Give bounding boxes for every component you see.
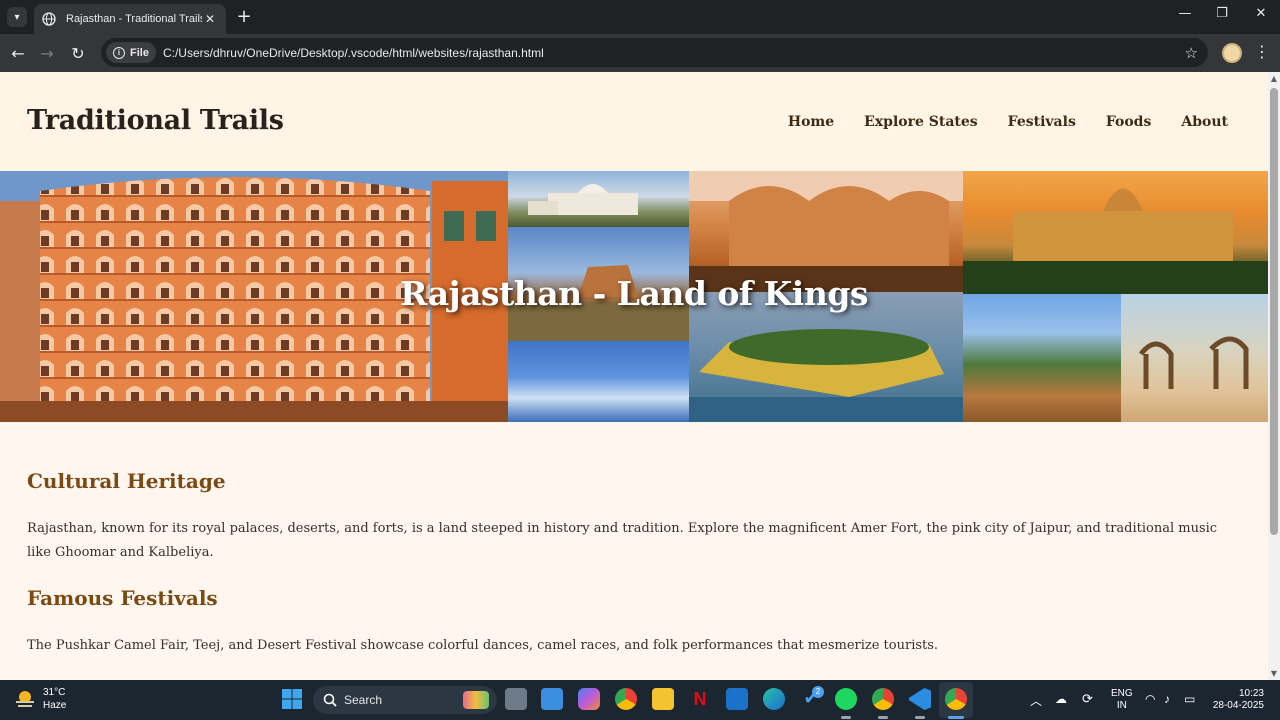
new-tab-button[interactable]: + (234, 7, 254, 27)
running-indicator (915, 716, 925, 719)
vscode-icon[interactable] (909, 688, 931, 710)
search-label: Search (344, 693, 383, 707)
scroll-up-arrow-icon[interactable]: ▲ (1270, 74, 1278, 83)
site-header: Traditional Trails Home Explore States F… (0, 72, 1268, 171)
region-code: IN (1116, 700, 1127, 711)
chrome-active-icon[interactable] (945, 688, 967, 710)
bookmark-star-icon[interactable]: ☆ (1185, 44, 1198, 62)
clock-date: 28-04-2025 (1212, 700, 1264, 711)
edge-icon[interactable] (763, 688, 785, 710)
scroll-down-arrow-icon[interactable]: ▼ (1270, 669, 1278, 678)
wifi-icon[interactable]: ◠ (1145, 692, 1155, 706)
site-info-label: File (130, 46, 149, 59)
scroll-thumb[interactable] (1270, 88, 1278, 535)
webpage: Traditional Trails Home Explore States F… (0, 72, 1268, 680)
notification-badge: 2 (812, 686, 824, 698)
onedrive-icon[interactable]: ☁ (1055, 692, 1067, 706)
jaswant-thada-image (508, 171, 689, 227)
globe-icon (42, 12, 56, 26)
browser-tab-strip: ▾ Rajasthan - Traditional Trails ✕ + — ❐… (0, 0, 1280, 34)
language-indicator[interactable]: ENG IN (1111, 688, 1133, 712)
tab-search-button[interactable]: ▾ (7, 7, 27, 27)
file-explorer-icon[interactable] (652, 688, 674, 710)
weather-condition: Haze (43, 700, 67, 711)
nav-link-about[interactable]: About (1181, 114, 1228, 130)
spotify-icon[interactable] (835, 688, 857, 710)
forward-arrow-icon[interactable]: → (36, 42, 58, 64)
chrome-profile-icon[interactable] (872, 688, 894, 710)
section-text-cultural-heritage: Rajasthan, known for its royal palaces, … (27, 521, 1218, 560)
info-icon: i (113, 46, 125, 59)
running-indicator-active (948, 716, 964, 719)
camels-desert-image (1121, 294, 1268, 422)
tab-close-icon[interactable]: ✕ (202, 12, 218, 26)
chrome-icon[interactable] (615, 688, 637, 710)
taskbar-search[interactable]: Search (313, 686, 497, 714)
hero-title: Rajasthan - Land of Kings (400, 274, 868, 313)
search-icon (323, 693, 337, 707)
copilot-icon[interactable] (578, 688, 600, 710)
windows-taskbar: 31°C Haze Search N ✔ 2 ︿ ☁ ⟳ ENG IN ◠ ♪ … (0, 680, 1280, 720)
search-highlight-icon (463, 691, 489, 709)
browser-toolbar: ← → ↻ i File C:/Users/dhruv/OneDrive/Des… (0, 34, 1280, 72)
running-indicator (878, 716, 888, 719)
volume-icon[interactable]: ♪ (1164, 692, 1170, 706)
site-info-chip[interactable]: i File (106, 42, 156, 63)
task-view-icon[interactable] (505, 688, 527, 710)
netflix-icon[interactable]: N (689, 688, 711, 710)
microsoft-store-icon[interactable] (541, 688, 563, 710)
nav-link-home[interactable]: Home (788, 114, 834, 130)
site-brand[interactable]: Traditional Trails (27, 105, 284, 136)
system-clock[interactable]: 10:23 28-04-2025 (1212, 688, 1264, 712)
nav-link-foods[interactable]: Foods (1106, 114, 1152, 130)
tray-chevron-up-icon[interactable]: ︿ (1030, 692, 1042, 709)
browser-menu-icon[interactable]: ⋮ (1254, 42, 1270, 61)
nav-link-explore-states[interactable]: Explore States (864, 114, 978, 130)
outlook-icon[interactable] (726, 688, 748, 710)
section-heading-cultural-heritage: Cultural Heritage (27, 469, 226, 493)
browser-tab-active[interactable]: Rajasthan - Traditional Trails ✕ (34, 4, 226, 34)
maximize-button[interactable]: ❐ (1207, 6, 1237, 21)
minimize-button[interactable]: — (1170, 6, 1200, 21)
reload-icon[interactable]: ↻ (67, 42, 89, 64)
weather-temp: 31°C (43, 687, 66, 698)
clock-time: 10:23 (1238, 688, 1264, 699)
amer-fort-image (963, 294, 1121, 422)
sync-icon[interactable]: ⟳ (1082, 691, 1093, 707)
language-code: ENG (1111, 688, 1133, 699)
tab-title: Rajasthan - Traditional Trails (66, 13, 202, 25)
nav-link-festivals[interactable]: Festivals (1008, 114, 1076, 130)
main-nav: Home Explore States Festivals Foods Abou… (788, 114, 1228, 130)
chevron-down-icon: ▾ (14, 11, 20, 23)
battery-icon[interactable]: ▭ (1184, 692, 1195, 706)
weather-widget[interactable]: 31°C Haze (14, 686, 66, 712)
close-window-button[interactable]: ✕ (1246, 6, 1276, 21)
hero-banner: Rajasthan - Land of Kings (0, 171, 1268, 422)
section-heading-famous-festivals: Famous Festivals (27, 586, 218, 610)
address-bar[interactable]: i File C:/Users/dhruv/OneDrive/Desktop/.… (101, 38, 1208, 67)
page-scrollbar[interactable]: ▲ ▼ (1268, 72, 1280, 680)
back-arrow-icon[interactable]: ← (7, 42, 29, 64)
profile-avatar[interactable] (1222, 43, 1242, 63)
blue-city-image (508, 341, 689, 422)
running-indicator (841, 716, 851, 719)
section-text-famous-festivals: The Pushkar Camel Fair, Teej, and Desert… (27, 638, 939, 653)
url-text[interactable]: C:/Users/dhruv/OneDrive/Desktop/.vscode/… (163, 46, 1185, 60)
haze-weather-icon (16, 691, 34, 707)
windows-start-icon[interactable] (281, 688, 303, 710)
